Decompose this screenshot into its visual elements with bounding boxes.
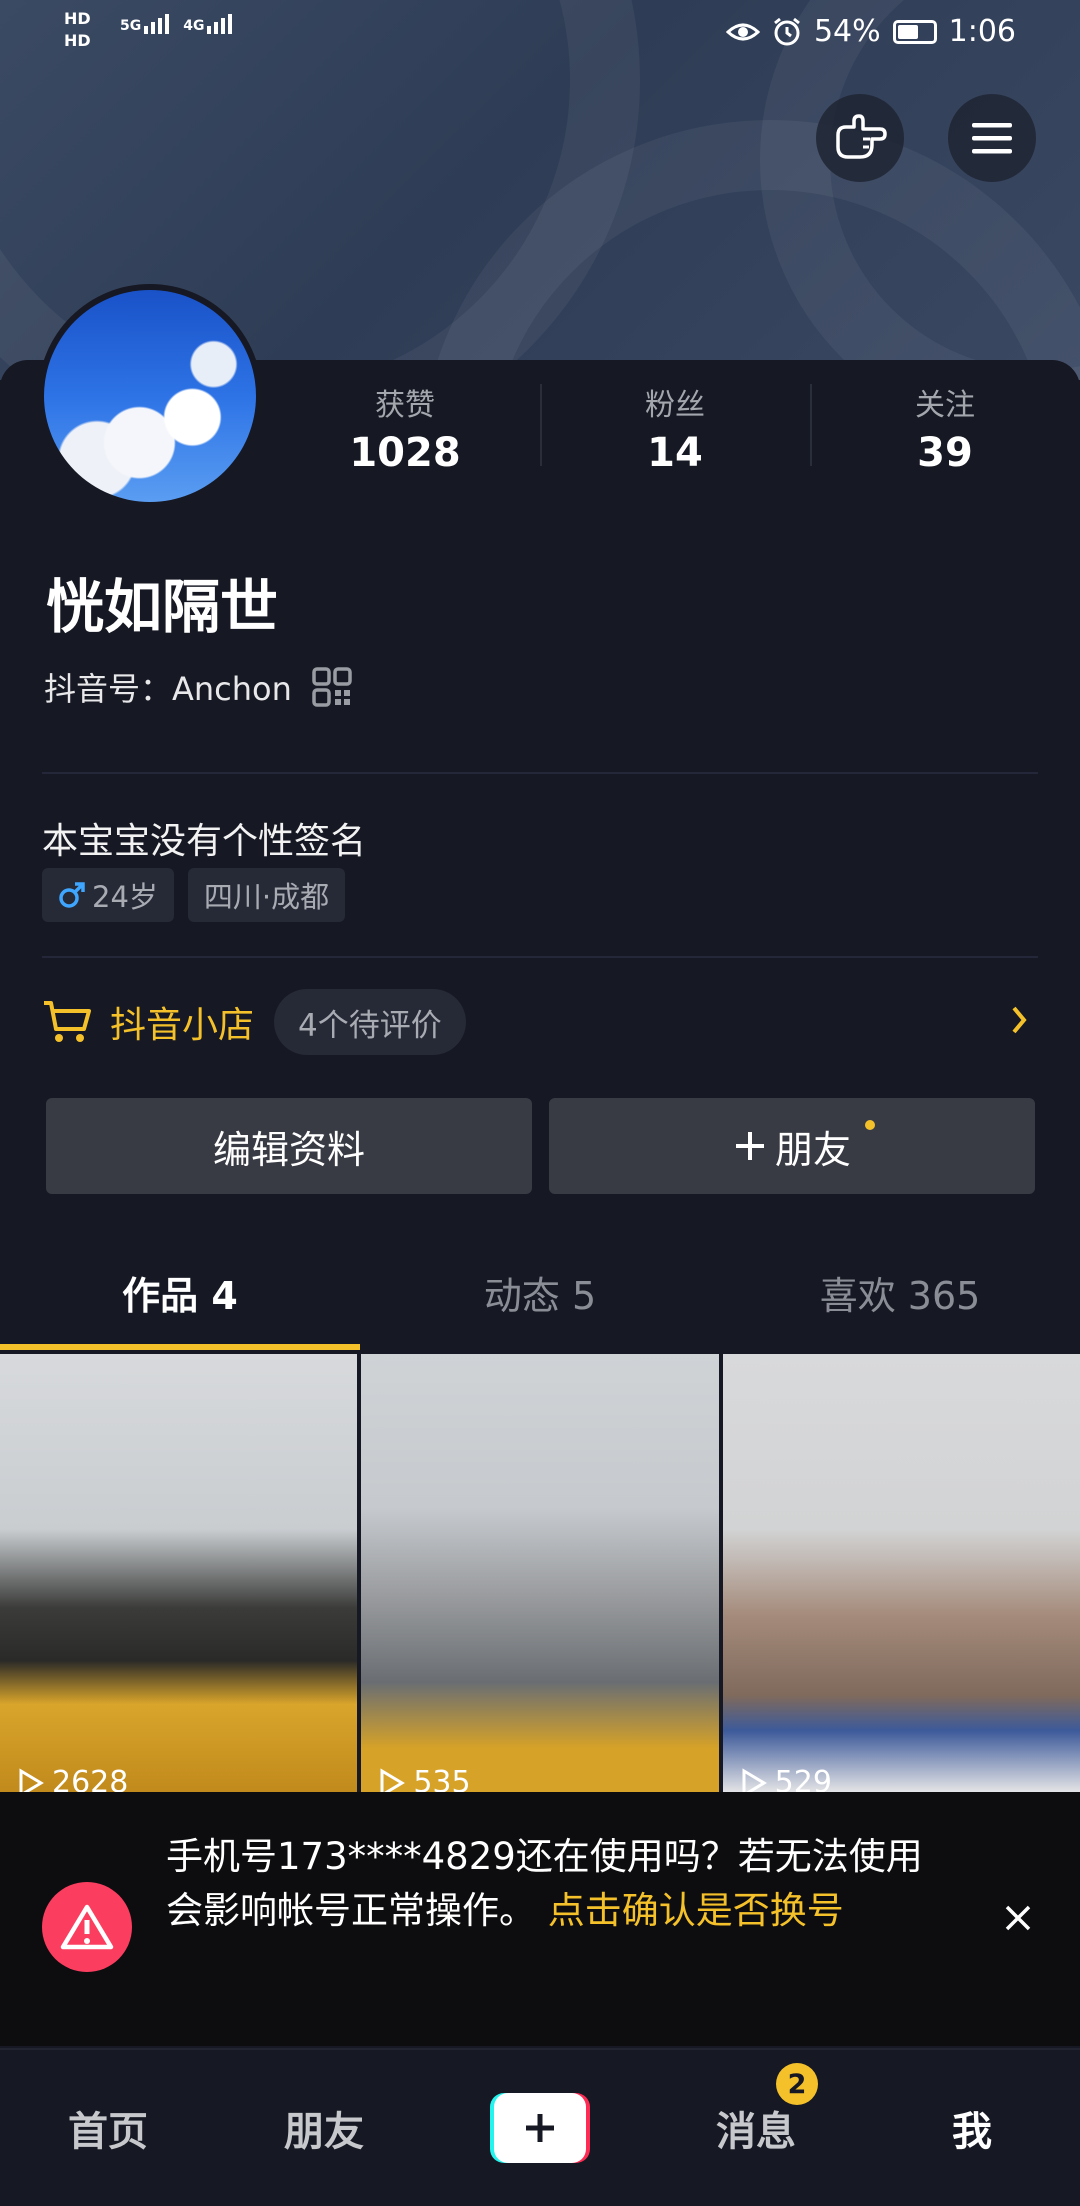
nav-messages[interactable]: 消息 2 — [648, 2063, 864, 2157]
stat-likes[interactable]: 获赞 1028 — [270, 380, 540, 476]
status-bar: HD HD 5G 4G 54% 1:06 — [0, 0, 1080, 64]
profile-tags: 24岁 四川·成都 — [42, 868, 346, 922]
play-icon — [19, 1767, 44, 1792]
nav-create[interactable] — [432, 2093, 648, 2163]
bottom-nav: 首页 朋友 消息 2 我 — [0, 2048, 1080, 2206]
add-friend-button[interactable]: 朋友 — [549, 1098, 1035, 1194]
chevron-right-icon — [1012, 1006, 1027, 1034]
bio[interactable]: 本宝宝没有个性签名 — [42, 812, 366, 864]
battery-icon — [892, 19, 937, 44]
pending-review-badge: 4个待评价 — [274, 989, 466, 1055]
hamburger-menu-icon — [972, 123, 1012, 154]
location-tag: 四川·成都 — [187, 868, 346, 922]
battery-percent: 54% — [813, 14, 881, 49]
nav-me[interactable]: 我 — [864, 2099, 1080, 2157]
plus-icon — [494, 2093, 586, 2163]
eye-icon — [725, 23, 760, 40]
pointing-hand-icon — [836, 114, 887, 159]
stat-followers[interactable]: 粉丝 14 — [540, 380, 810, 476]
hd-indicator: HD HD — [64, 9, 91, 50]
close-icon[interactable] — [1004, 1904, 1032, 1932]
play-count: 2628 — [18, 1765, 128, 1792]
shop-entry[interactable]: 抖音小店 4个待评价 — [42, 986, 1038, 1058]
age-tag: 24岁 — [42, 868, 174, 922]
video-thumbnail[interactable]: 529 — [722, 1354, 1080, 1792]
clock: 1:06 — [948, 14, 1016, 49]
douyin-id-text: 抖音号：Anchon — [44, 670, 292, 708]
play-icon — [742, 1767, 767, 1792]
video-thumbnail[interactable]: 535 — [361, 1354, 719, 1792]
tab-moments[interactable]: 动态 5 — [360, 1246, 720, 1350]
video-grid: 2628 535 529 — [0, 1354, 1080, 1792]
menu-button[interactable] — [948, 94, 1036, 182]
male-gender-icon — [59, 882, 85, 908]
shop-title: 抖音小店 — [110, 1005, 255, 1046]
notification-dot — [865, 1120, 875, 1130]
nickname: 恍如隔世 — [46, 573, 279, 641]
play-count: 529 — [741, 1765, 832, 1792]
warning-icon — [42, 1882, 132, 1972]
content-tabs: 作品 4 动态 5 喜欢 365 — [0, 1246, 1080, 1350]
message-count-badge: 2 — [776, 2063, 818, 2105]
video-thumbnail[interactable]: 2628 — [0, 1354, 358, 1792]
plus-icon — [735, 1132, 764, 1160]
divider — [42, 772, 1038, 774]
avatar[interactable] — [38, 284, 262, 508]
create-button[interactable] — [490, 2093, 590, 2163]
nav-friends[interactable]: 朋友 — [216, 2099, 432, 2157]
signal-icon: 5G 4G — [120, 14, 233, 34]
qr-code-icon[interactable] — [312, 667, 352, 707]
avatar-image — [44, 290, 256, 502]
tab-works[interactable]: 作品 4 — [0, 1246, 360, 1350]
phone-verify-banner[interactable]: 手机号173****4829还在使用吗？若无法使用会影响帐号正常操作。 点击确认… — [0, 1792, 1080, 2046]
divider — [42, 956, 1038, 958]
shopping-cart-icon — [44, 1001, 91, 1042]
profile-stats: 获赞 1028 粉丝 14 关注 39 — [270, 380, 1080, 476]
douyin-id: 抖音号：Anchon — [44, 664, 352, 710]
active-tab-indicator — [0, 1344, 360, 1350]
nav-home[interactable]: 首页 — [0, 2099, 216, 2157]
edit-profile-button[interactable]: 编辑资料 — [46, 1098, 532, 1194]
play-count: 535 — [379, 1765, 471, 1792]
visitor-button[interactable] — [816, 94, 904, 182]
play-icon — [380, 1767, 406, 1792]
confirm-change-link[interactable]: 点击确认是否换号 — [548, 1889, 844, 1932]
stat-following[interactable]: 关注 39 — [810, 380, 1080, 476]
alarm-icon — [774, 17, 800, 45]
notice-message: 手机号173****4829还在使用吗？若无法使用会影响帐号正常操作。 点击确认… — [166, 1835, 923, 1932]
tab-likes[interactable]: 喜欢 365 — [720, 1246, 1080, 1350]
